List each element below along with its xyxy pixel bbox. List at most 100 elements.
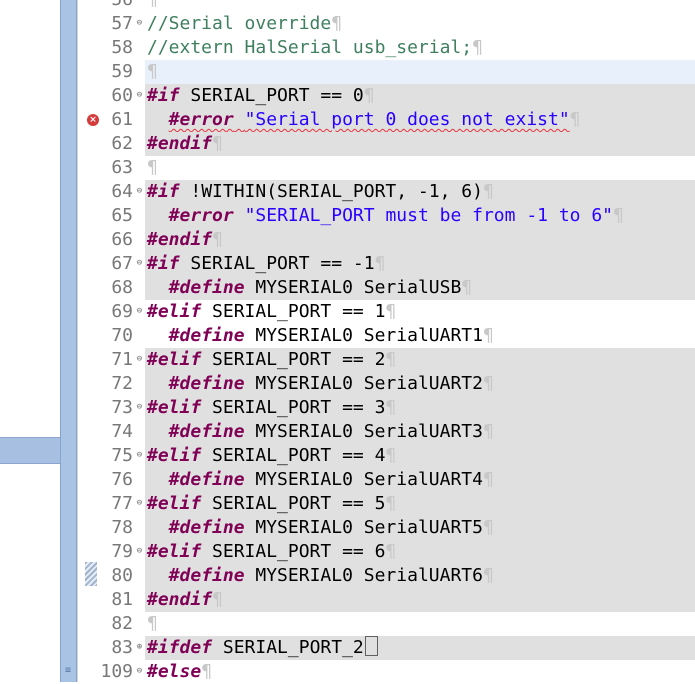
collapse-fold-icon[interactable]: ⊖ — [135, 667, 144, 676]
code-token: SERIAL_PORT_2 — [212, 637, 364, 658]
code-line[interactable]: 82 ¶ — [77, 612, 695, 636]
code-text[interactable]: #define MYSERIAL0 SerialUSB¶ — [145, 276, 695, 300]
code-text[interactable]: #elif SERIAL_PORT == 2¶ — [145, 348, 695, 372]
line-gutter: 57 ⊖ — [77, 12, 145, 36]
code-token: #elif — [147, 445, 202, 466]
code-line[interactable]: × 61 #error "Serial port 0 does not exist… — [77, 108, 695, 132]
code-text[interactable]: #elif SERIAL_PORT == 1¶ — [145, 300, 695, 324]
line-number: 72 — [111, 373, 133, 394]
collapse-fold-icon[interactable]: ⊖ — [135, 499, 144, 508]
code-text[interactable]: #endif¶ — [145, 228, 695, 252]
collapse-fold-icon[interactable]: ⊖ — [135, 187, 144, 196]
code-text[interactable]: ¶ — [145, 60, 695, 84]
code-text[interactable]: #error "SERIAL_PORT must be from -1 to 6… — [145, 204, 695, 228]
line-gutter: 75 ⊖ — [77, 444, 145, 468]
code-line[interactable]: 59 ¶ — [77, 60, 695, 84]
code-text[interactable]: #elif SERIAL_PORT == 6¶ — [145, 540, 695, 564]
code-token: #elif — [147, 541, 202, 562]
collapse-fold-icon[interactable]: ⊖ — [135, 451, 144, 460]
code-line[interactable]: 74 #define MYSERIAL0 SerialUART3¶ — [77, 420, 695, 444]
line-gutter: 73 ⊖ — [77, 396, 145, 420]
collapse-fold-icon[interactable]: ⊖ — [135, 91, 144, 100]
panel-tab[interactable] — [0, 437, 60, 464]
line-number: 65 — [111, 205, 133, 226]
code-token: #error — [168, 205, 234, 226]
code-text[interactable]: //Serial override¶ — [145, 12, 695, 36]
code-text[interactable]: #if SERIAL_PORT == -1¶ — [145, 252, 695, 276]
code-line[interactable]: 77 ⊖ #elif SERIAL_PORT == 5¶ — [77, 492, 695, 516]
code-line[interactable]: 73 ⊖ #elif SERIAL_PORT == 3¶ — [77, 396, 695, 420]
line-number: 73 — [111, 397, 133, 418]
code-text[interactable]: #endif¶ — [145, 588, 695, 612]
code-text[interactable]: ¶ — [145, 0, 695, 12]
code-token: SERIAL_PORT == 3 — [201, 397, 386, 418]
line-number: 66 — [111, 229, 133, 250]
code-text[interactable]: #if !WITHIN(SERIAL_PORT, -1, 6)¶ — [145, 180, 695, 204]
line-number: 59 — [111, 61, 133, 82]
collapse-fold-icon[interactable]: ⊖ — [135, 307, 144, 316]
collapse-fold-icon[interactable]: ⊖ — [135, 547, 144, 556]
code-line[interactable]: 60 ⊖ #if SERIAL_PORT == 0¶ — [77, 84, 695, 108]
code-line[interactable]: 58 //extern HalSerial usb_serial;¶ — [77, 36, 695, 60]
code-text[interactable]: //extern HalSerial usb_serial;¶ — [145, 36, 695, 60]
code-text[interactable]: ¶ — [145, 156, 695, 180]
code-token: SERIAL_PORT == -1 — [179, 253, 375, 274]
code-line[interactable]: 64 ⊖ #if !WITHIN(SERIAL_PORT, -1, 6)¶ — [77, 180, 695, 204]
code-text[interactable]: #define MYSERIAL0 SerialUART1¶ — [145, 324, 695, 348]
code-token: //Serial override — [147, 13, 332, 34]
code-line[interactable]: 67 ⊖ #if SERIAL_PORT == -1¶ — [77, 252, 695, 276]
code-editor[interactable]: 56¶57⊖//Serial override¶58//extern HalSe… — [77, 0, 695, 684]
code-line[interactable]: 65 #error "SERIAL_PORT must be from -1 t… — [77, 204, 695, 228]
collapse-fold-icon[interactable]: ⊖ — [135, 355, 144, 364]
code-line[interactable]: 76 #define MYSERIAL0 SerialUART4¶ — [77, 468, 695, 492]
code-line[interactable]: 75 ⊖ #elif SERIAL_PORT == 4¶ — [77, 444, 695, 468]
collapse-fold-icon[interactable]: ⊖ — [135, 403, 144, 412]
code-line[interactable]: 66 #endif¶ — [77, 228, 695, 252]
code-token: #if — [147, 181, 180, 202]
code-line[interactable]: 71 ⊖ #elif SERIAL_PORT == 2¶ — [77, 348, 695, 372]
code-text[interactable]: #define MYSERIAL0 SerialUART6¶ — [145, 564, 695, 588]
code-line[interactable]: 109 ⊖ #else¶ — [77, 660, 695, 684]
code-text[interactable]: #define MYSERIAL0 SerialUART2¶ — [145, 372, 695, 396]
code-token: #endif — [147, 133, 213, 154]
line-number: 68 — [111, 277, 133, 298]
expand-fold-icon[interactable]: ⊕ — [135, 643, 144, 652]
code-text[interactable]: ¶ — [145, 612, 695, 636]
code-line[interactable]: 63 ¶ — [77, 156, 695, 180]
code-line[interactable]: 68 #define MYSERIAL0 SerialUSB¶ — [77, 276, 695, 300]
code-line[interactable]: 81 #endif¶ — [77, 588, 695, 612]
line-number: 74 — [111, 421, 133, 442]
code-line[interactable]: 79 ⊖ #elif SERIAL_PORT == 6¶ — [77, 540, 695, 564]
code-line[interactable]: 83 ⊕ #ifdef SERIAL_PORT_2 — [77, 636, 695, 660]
code-text[interactable]: #elif SERIAL_PORT == 4¶ — [145, 444, 695, 468]
pilcrow-mark: ¶ — [482, 181, 494, 202]
code-text[interactable]: #elif SERIAL_PORT == 3¶ — [145, 396, 695, 420]
code-line[interactable]: 80 #define MYSERIAL0 SerialUART6¶ — [77, 564, 695, 588]
code-text[interactable]: #else¶ — [145, 660, 695, 684]
code-text[interactable]: #error "Serial port 0 does not exist"¶ — [145, 108, 695, 132]
code-text[interactable]: #define MYSERIAL0 SerialUART5¶ — [145, 516, 695, 540]
code-line[interactable]: 69 ⊖ #elif SERIAL_PORT == 1¶ — [77, 300, 695, 324]
scroll-handle-icon[interactable]: ≡ — [62, 664, 74, 678]
collapse-fold-icon[interactable]: ⊖ — [135, 19, 144, 28]
code-text[interactable]: #ifdef SERIAL_PORT_2 — [145, 636, 695, 660]
code-line[interactable]: 70 #define MYSERIAL0 SerialUART1¶ — [77, 324, 695, 348]
code-line[interactable]: 78 #define MYSERIAL0 SerialUART5¶ — [77, 516, 695, 540]
code-line[interactable]: 56 ¶ — [77, 0, 695, 12]
code-text[interactable]: #endif¶ — [145, 132, 695, 156]
collapse-fold-icon[interactable]: ⊖ — [135, 259, 144, 268]
code-token: SERIAL_PORT == 1 — [201, 301, 386, 322]
editor-scroll-strip[interactable] — [60, 0, 77, 682]
code-text[interactable]: #elif SERIAL_PORT == 5¶ — [145, 492, 695, 516]
code-text[interactable]: #define MYSERIAL0 SerialUART4¶ — [145, 468, 695, 492]
code-text[interactable]: #if SERIAL_PORT == 0¶ — [145, 84, 695, 108]
code-text[interactable]: #define MYSERIAL0 SerialUART3¶ — [145, 420, 695, 444]
code-token: MYSERIAL0 SerialUART3 — [244, 421, 483, 442]
code-line[interactable]: 62 #endif¶ — [77, 132, 695, 156]
code-line[interactable]: 72 #define MYSERIAL0 SerialUART2¶ — [77, 372, 695, 396]
pilcrow-mark: ¶ — [385, 493, 397, 514]
line-number: 56 — [111, 0, 133, 11]
error-marker-icon[interactable]: × — [87, 114, 99, 126]
code-line[interactable]: 57 ⊖//Serial override¶ — [77, 12, 695, 36]
